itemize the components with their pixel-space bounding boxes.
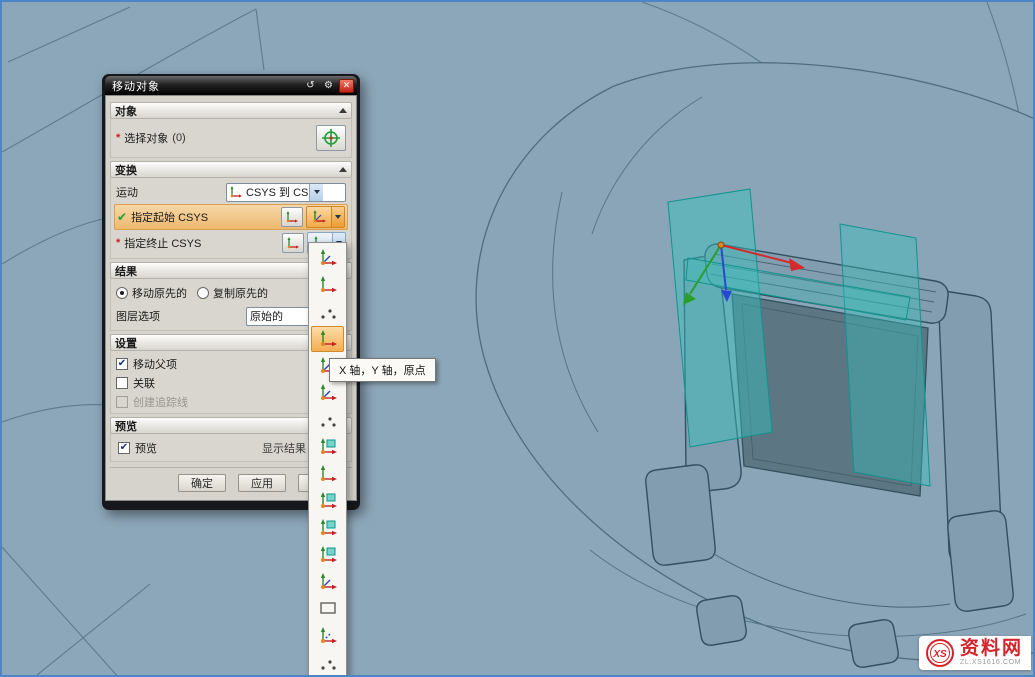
dialog-title: 移动对象	[112, 78, 300, 94]
show-result-button[interactable]: 显示结果	[262, 440, 306, 456]
radio-label: 复制原先的	[213, 285, 268, 301]
csys-icon	[318, 383, 338, 403]
watermark-url: ZL.XS1616.COM	[960, 659, 1023, 666]
csys-icon	[318, 626, 338, 646]
csys-icon	[318, 437, 338, 457]
csys-icon	[318, 329, 338, 349]
specify-end-csys-label: 指定终止 CSYS	[124, 235, 201, 251]
csys-option[interactable]	[311, 488, 344, 514]
radio-option[interactable]: 复制原先的	[197, 285, 268, 301]
checkbox-icon	[116, 396, 128, 408]
chevron-down-icon[interactable]	[309, 184, 323, 201]
csys-option[interactable]	[311, 272, 344, 298]
selection-count: (0)	[172, 132, 185, 144]
csys-option[interactable]	[311, 596, 344, 622]
section-label-settings: 设置	[115, 335, 339, 351]
csys-icon	[318, 410, 338, 430]
select-object-label: 选择对象	[124, 130, 168, 146]
csys-option[interactable]	[311, 380, 344, 406]
specify-start-csys-label: 指定起始 CSYS	[131, 209, 208, 225]
motion-dropdown[interactable]: CSYS 到 CSYS	[226, 183, 346, 202]
reset-icon[interactable]: ↺	[303, 79, 318, 93]
check-icon: ✔	[117, 210, 127, 224]
csys-option[interactable]	[311, 299, 344, 325]
csys-type-flyout	[308, 242, 347, 677]
csys-icon	[318, 653, 338, 673]
csys-to-csys-icon	[227, 185, 243, 199]
csys-option[interactable]	[311, 434, 344, 460]
csys-icon	[318, 248, 338, 268]
close-button[interactable]: ✕	[339, 79, 354, 93]
checkbox-option[interactable]: 预览	[116, 438, 159, 457]
csys-icon	[318, 275, 338, 295]
svg-text:XS: XS	[932, 649, 947, 660]
tooltip: X 轴，Y 轴，原点	[329, 358, 436, 382]
gear-icon[interactable]: ⚙	[321, 79, 336, 93]
csys-option[interactable]	[311, 326, 344, 352]
radio-option[interactable]: 移动原先的	[116, 285, 187, 301]
csys-option[interactable]	[311, 407, 344, 433]
csys-icon	[285, 210, 299, 224]
section-label-preview: 预览	[115, 418, 339, 434]
watermark-brand: 资料网	[960, 639, 1023, 659]
apply-button[interactable]: 应用	[238, 474, 286, 492]
dialog-titlebar[interactable]: 移动对象 ↺ ⚙ ✕	[105, 76, 357, 95]
collapse-chevron-icon[interactable]	[339, 167, 347, 172]
csys-option[interactable]	[311, 569, 344, 595]
collapse-chevron-icon[interactable]	[339, 108, 347, 113]
checkbox-icon	[116, 358, 128, 370]
section-label-result: 结果	[115, 263, 339, 279]
watermark: XS 资料网 ZL.XS1616.COM	[919, 636, 1031, 670]
required-marker: *	[116, 237, 120, 249]
checkbox-label: 预览	[135, 440, 157, 456]
csys-icon	[318, 464, 338, 484]
motion-label: 运动	[116, 184, 138, 200]
section-header-object[interactable]: 对象	[110, 102, 352, 119]
motion-row: 运动 CSYS 到 CSYS	[114, 181, 348, 203]
ok-button[interactable]: 确定	[178, 474, 226, 492]
csys-icon	[318, 599, 338, 619]
csys-icon	[318, 572, 338, 592]
csys-option[interactable]	[311, 650, 344, 676]
section-label-transform: 变换	[115, 162, 339, 178]
csys-icon	[318, 518, 338, 538]
select-object-button[interactable]	[316, 125, 346, 151]
select-object-row: * 选择对象 (0)	[114, 122, 348, 154]
checkbox-label: 关联	[133, 375, 155, 391]
watermark-logo-icon: XS	[925, 638, 955, 668]
checkbox-label: 创建追踪线	[133, 394, 188, 410]
motion-value: CSYS 到 CSYS	[243, 184, 309, 200]
crosshair-target-icon	[321, 128, 341, 148]
checkbox-icon	[116, 377, 128, 389]
csys-option[interactable]	[311, 623, 344, 649]
csys-icon	[318, 491, 338, 511]
csys-constructor-icon	[307, 207, 331, 227]
csys-icon	[286, 236, 300, 250]
csys-option[interactable]	[311, 245, 344, 271]
specify-start-csys-row[interactable]: ✔ 指定起始 CSYS	[114, 204, 348, 230]
section-label-object: 对象	[115, 103, 339, 119]
object-panel: * 选择对象 (0)	[110, 119, 352, 158]
radio-label: 移动原先的	[132, 285, 187, 301]
checkbox-label: 移动父项	[133, 356, 177, 372]
csys-option[interactable]	[311, 461, 344, 487]
checkbox-icon	[118, 442, 130, 454]
radio-icon	[116, 287, 128, 299]
section-header-transform[interactable]: 变换	[110, 161, 352, 178]
radio-icon	[197, 287, 209, 299]
nx-application-window: 移动对象 ↺ ⚙ ✕ 对象 * 选择对象 (0)	[0, 0, 1035, 677]
csys-option[interactable]	[311, 515, 344, 541]
start-csys-dialog-button[interactable]	[281, 207, 303, 227]
csys-icon	[318, 302, 338, 322]
end-csys-dialog-button[interactable]	[282, 233, 304, 253]
required-marker: *	[116, 132, 120, 144]
csys-icon	[318, 545, 338, 565]
start-csys-type-split-button[interactable]	[306, 206, 345, 228]
csys-option[interactable]	[311, 542, 344, 568]
chevron-down-icon[interactable]	[331, 207, 344, 227]
layer-option-label: 图层选项	[116, 308, 160, 324]
